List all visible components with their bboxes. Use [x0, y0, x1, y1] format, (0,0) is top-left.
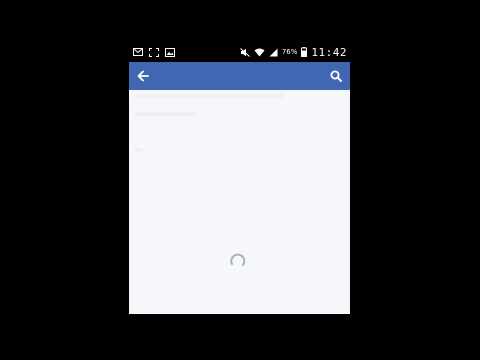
placeholder-line	[135, 94, 285, 98]
phone-screen: 76% 11:42	[129, 42, 350, 314]
search-icon	[330, 67, 342, 86]
clock: 11:42	[311, 45, 347, 59]
arrow-left-icon	[137, 67, 149, 86]
placeholder-line	[135, 112, 195, 116]
search-button[interactable]	[322, 62, 350, 90]
signal-icon	[269, 48, 278, 57]
status-bar: 76% 11:42	[129, 42, 350, 62]
screenshot-icon	[149, 47, 159, 57]
mute-icon	[239, 47, 250, 57]
back-button[interactable]	[129, 62, 157, 90]
battery-icon	[301, 47, 308, 57]
wifi-icon	[254, 48, 265, 57]
content-area	[129, 90, 350, 314]
loading-spinner	[226, 250, 246, 268]
image-icon	[165, 47, 175, 57]
mail-icon	[133, 48, 143, 56]
placeholder-line	[135, 148, 143, 152]
battery-percent: 76%	[281, 48, 298, 56]
app-bar	[129, 62, 350, 90]
status-bar-right: 76% 11:42	[239, 45, 350, 59]
status-bar-left	[129, 47, 175, 57]
